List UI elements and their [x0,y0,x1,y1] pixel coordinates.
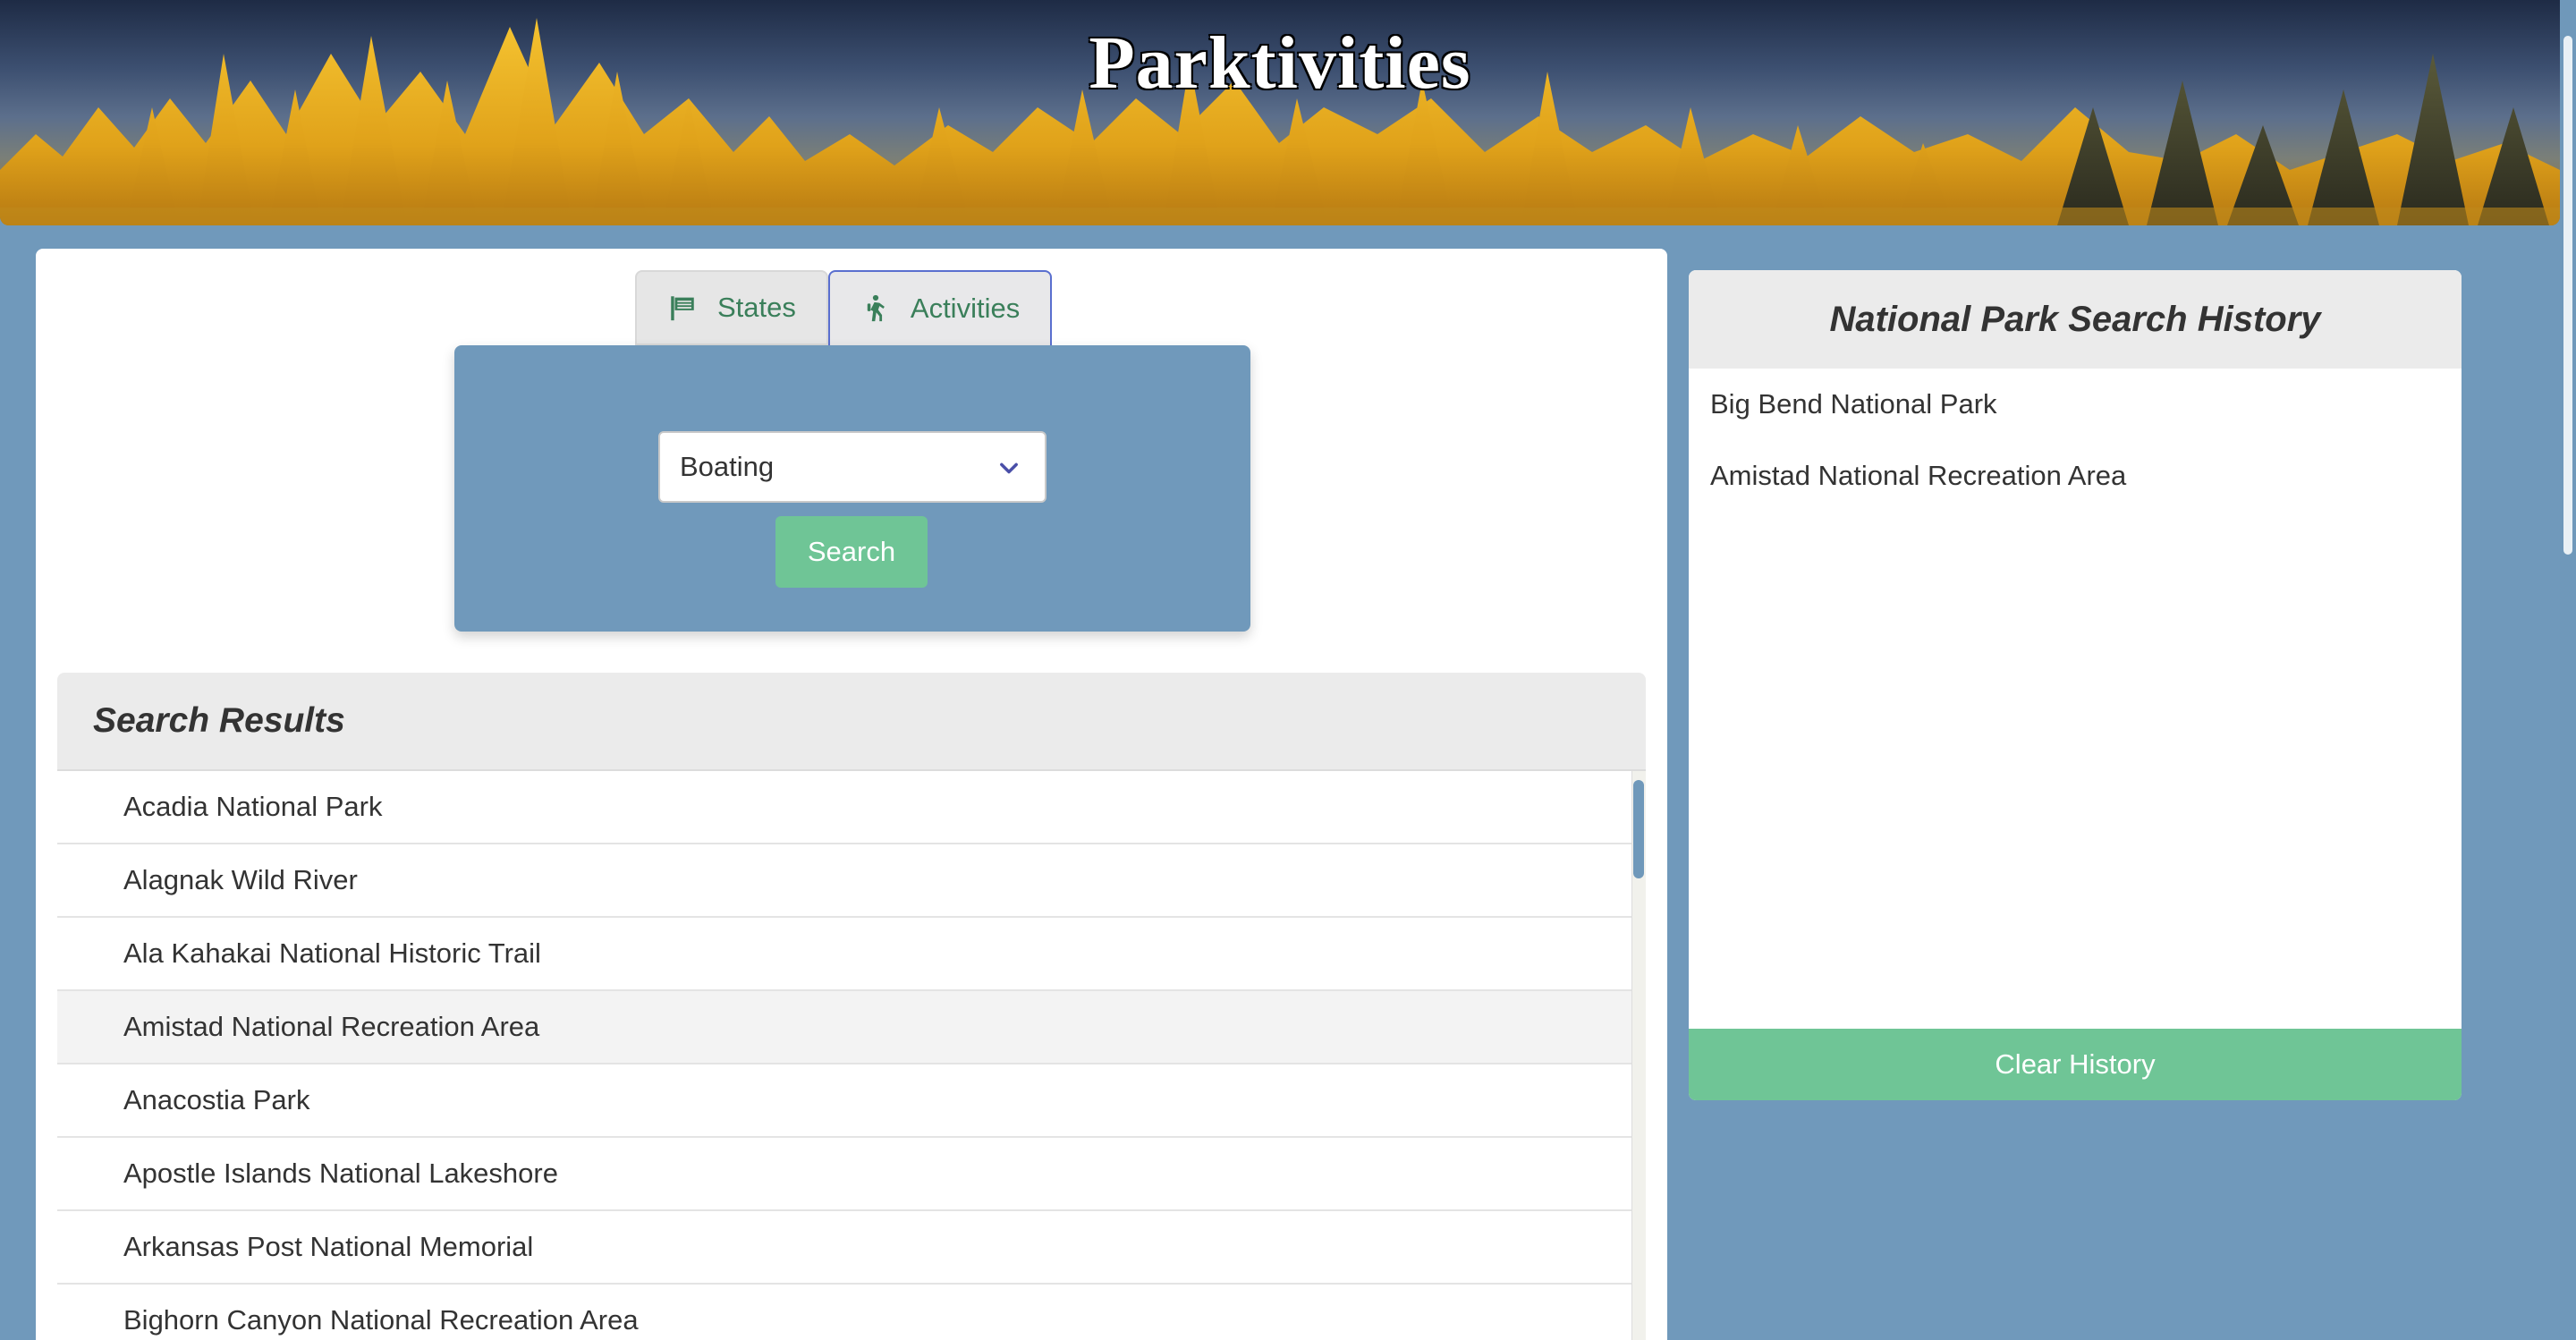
result-item[interactable]: Acadia National Park [57,771,1631,844]
chevron-down-icon [1000,462,1018,474]
result-item[interactable]: Alagnak Wild River [57,844,1631,918]
result-item[interactable]: Ala Kahakai National Historic Trail [57,918,1631,991]
clear-history-button[interactable]: Clear History [1689,1029,2462,1100]
search-results: Search Results Acadia National Park Alag… [57,673,1646,1340]
page: Parktivities States Activities Boating S… [0,0,2576,1340]
site-title: Parktivities [1089,21,1471,105]
window-scrollbar-thumb[interactable] [2563,36,2572,555]
flag-icon [671,296,694,321]
search-history-panel: National Park Search History Big Bend Na… [1689,270,2462,1100]
result-item[interactable]: Amistad National Recreation Area [57,991,1631,1064]
search-panel: States Activities Boating Search Search … [36,249,1667,1340]
result-item[interactable]: Arkansas Post National Memorial [57,1211,1631,1285]
tab-activities[interactable]: Activities [827,270,1053,345]
history-item[interactable]: Amistad National Recreation Area [1689,440,2462,512]
tab-activities-label: Activities [910,293,1021,324]
result-item[interactable]: Bighorn Canyon National Recreation Area [57,1285,1631,1340]
tab-bar: States Activities [635,270,1053,345]
result-item[interactable]: Apostle Islands National Lakeshore [57,1138,1631,1211]
activity-search-box: Boating Search [454,345,1250,632]
search-history-heading: National Park Search History [1689,270,2462,369]
search-results-heading: Search Results [57,673,1646,771]
activity-select[interactable]: Boating [658,431,1046,503]
tab-states-label: States [717,292,796,323]
history-item[interactable]: Big Bend National Park [1689,369,2462,440]
results-list: Acadia National Park Alagnak Wild River … [57,771,1631,1340]
hiking-icon [867,294,885,322]
result-item[interactable]: Anacostia Park [57,1064,1631,1138]
results-scrollbar-thumb[interactable] [1633,780,1644,878]
header-banner: Parktivities [0,0,2560,225]
activity-select-value: Boating [680,451,775,482]
search-button[interactable]: Search [775,516,928,588]
tab-states[interactable]: States [635,270,828,345]
